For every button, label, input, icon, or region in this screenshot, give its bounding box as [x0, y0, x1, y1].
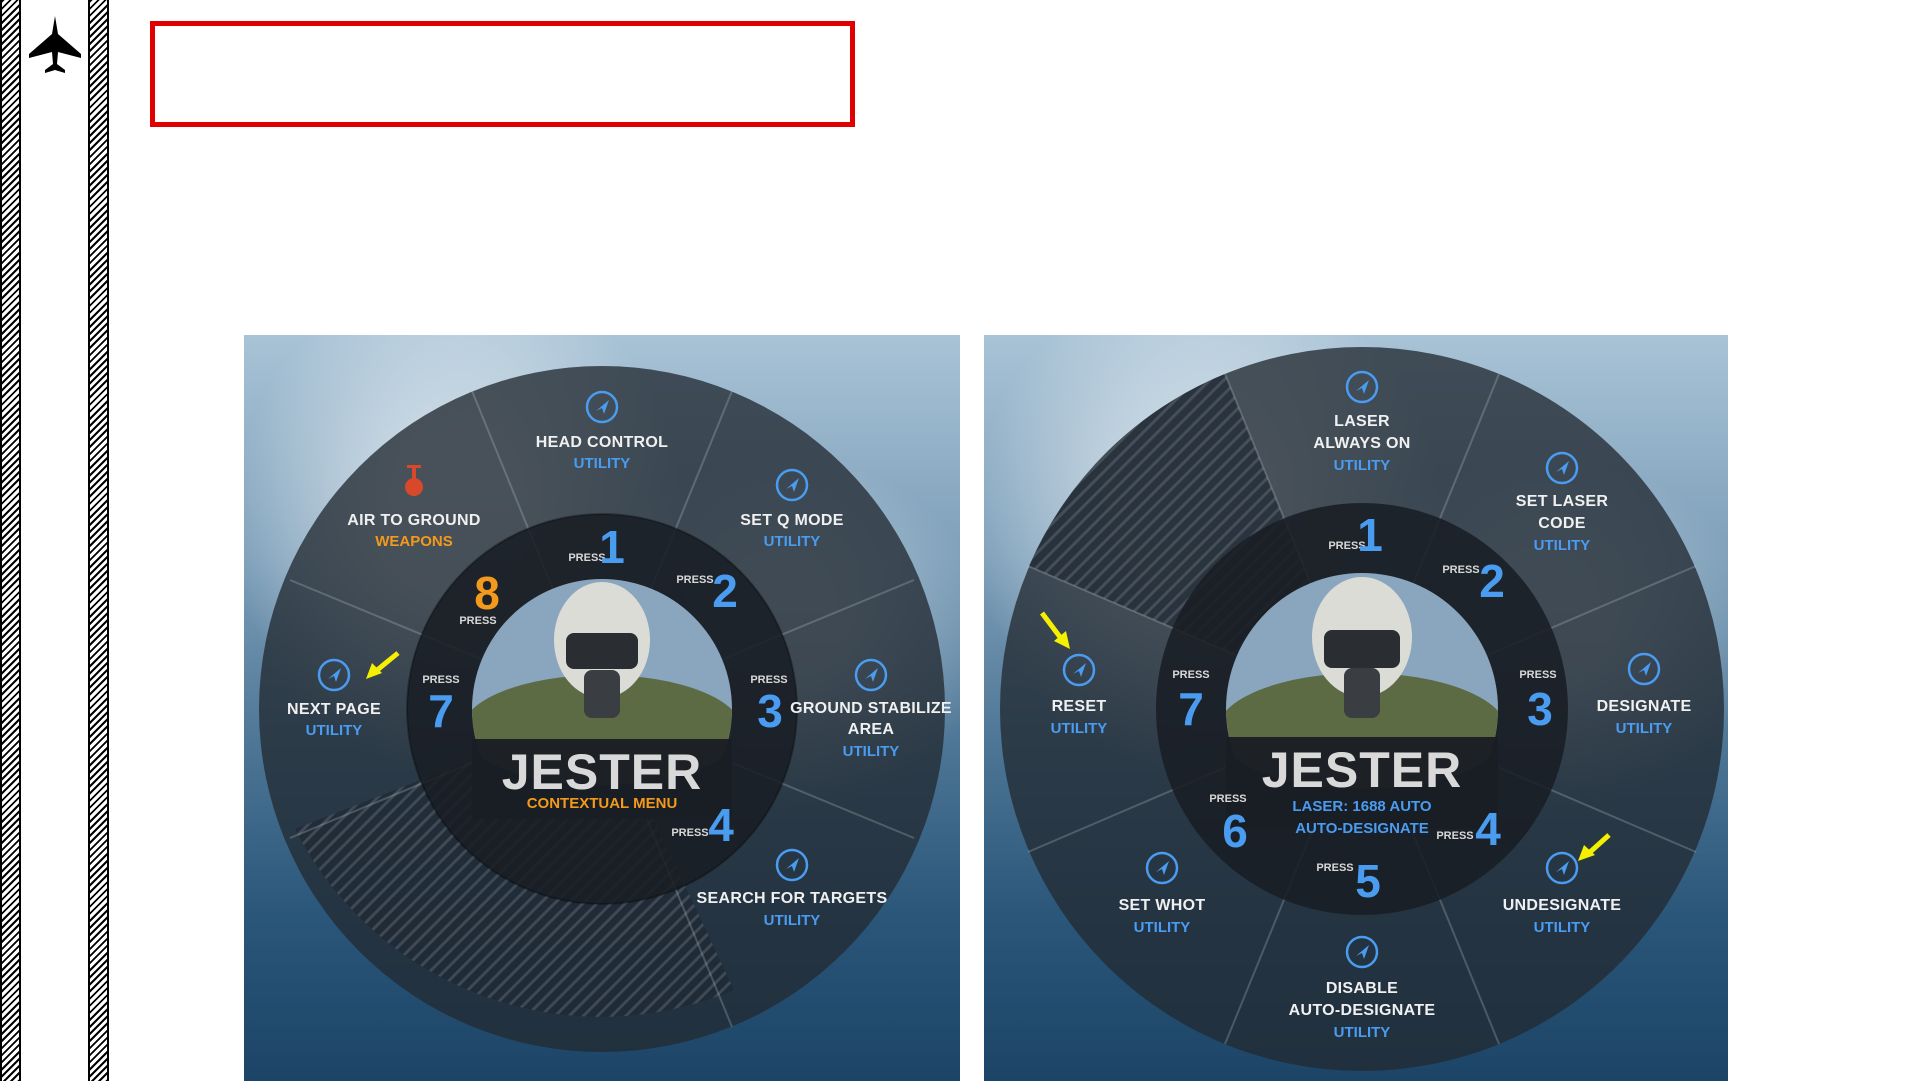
right-striped-rail: [88, 0, 109, 1081]
center-title: JESTER: [502, 744, 703, 800]
slot-label: GROUND STABILIZE: [790, 700, 952, 717]
slot-category: UTILITY: [1051, 720, 1108, 737]
slot-label: NEXT PAGE: [287, 701, 381, 718]
press-label: PRESS: [1436, 830, 1473, 842]
press-number: 6: [1222, 805, 1248, 857]
slot-label-line2: AREA: [848, 721, 895, 738]
slot-label: SET LASER: [1516, 493, 1609, 510]
press-number: 8: [474, 567, 500, 619]
press-number: 2: [712, 565, 738, 617]
left-striped-rail: [0, 0, 21, 1081]
press-number: 4: [1475, 803, 1501, 855]
center-subtitle-line1: LASER: 1688 AUTO: [1292, 798, 1432, 815]
slot-label: DISABLE: [1326, 980, 1398, 997]
slot-label-line2: AUTO-DESIGNATE: [1289, 1002, 1436, 1019]
press-label: PRESS: [1316, 862, 1353, 874]
slot-label-line2: ALWAYS ON: [1313, 435, 1410, 452]
press-number: 1: [599, 521, 625, 573]
press-number: 7: [428, 685, 454, 737]
slot-label: SEARCH FOR TARGETS: [697, 890, 888, 907]
slot-label: HEAD CONTROL: [536, 434, 668, 451]
press-number: 3: [1527, 683, 1553, 735]
center-subtitle: CONTEXTUAL MENU: [527, 795, 678, 812]
slot-label: AIR TO GROUND: [347, 512, 480, 529]
press-label: PRESS: [1442, 564, 1479, 576]
slot-category: UTILITY: [764, 912, 821, 929]
slide-title-box: [150, 21, 855, 127]
press-number: 3: [757, 685, 783, 737]
press-number: 4: [708, 799, 734, 851]
jester-menu-screenshot-left: JESTER CONTEXTUAL MENU HEAD CONTROL UTIL…: [244, 335, 960, 1081]
slot-label: SET WHOT: [1119, 897, 1206, 914]
slot-category: UTILITY: [1616, 720, 1673, 737]
press-number: 2: [1479, 555, 1505, 607]
slot-category: UTILITY: [306, 722, 363, 739]
slot-category: WEAPONS: [375, 533, 453, 550]
slot-category: UTILITY: [1134, 919, 1191, 936]
jester-menu-screenshot-right: JESTER LASER: 1688 AUTO AUTO-DESIGNATE L…: [984, 335, 1728, 1081]
slot-category: UTILITY: [1334, 1024, 1391, 1041]
slot-category: UTILITY: [843, 743, 900, 760]
slot-category: UTILITY: [1534, 537, 1591, 554]
center-subtitle-line2: AUTO-DESIGNATE: [1295, 820, 1429, 837]
press-label: PRESS: [676, 574, 713, 586]
jester-radial-menu-left: JESTER CONTEXTUAL MENU HEAD CONTROL UTIL…: [259, 366, 952, 1052]
press-label: PRESS: [671, 827, 708, 839]
jester-radial-menu-right: JESTER LASER: 1688 AUTO AUTO-DESIGNATE L…: [1000, 347, 1724, 1071]
press-number: 1: [1357, 509, 1383, 561]
slot-category: UTILITY: [764, 533, 821, 550]
press-number: 5: [1355, 855, 1381, 907]
slot-label: LASER: [1334, 413, 1390, 430]
press-label: PRESS: [1209, 793, 1246, 805]
slot-label: SET Q MODE: [740, 512, 843, 529]
slot-category: UTILITY: [574, 455, 631, 472]
center-title: JESTER: [1262, 742, 1463, 798]
press-number: 7: [1178, 683, 1204, 735]
slot-label-line2: CODE: [1538, 515, 1585, 532]
fighter-jet-icon: [29, 16, 81, 73]
slot-category: UTILITY: [1334, 457, 1391, 474]
slot-category: UTILITY: [1534, 919, 1591, 936]
slot-label: DESIGNATE: [1597, 698, 1692, 715]
slot-label: UNDESIGNATE: [1503, 897, 1622, 914]
press-label: PRESS: [1172, 669, 1209, 681]
press-label: PRESS: [1519, 669, 1556, 681]
slot-label: RESET: [1052, 698, 1107, 715]
